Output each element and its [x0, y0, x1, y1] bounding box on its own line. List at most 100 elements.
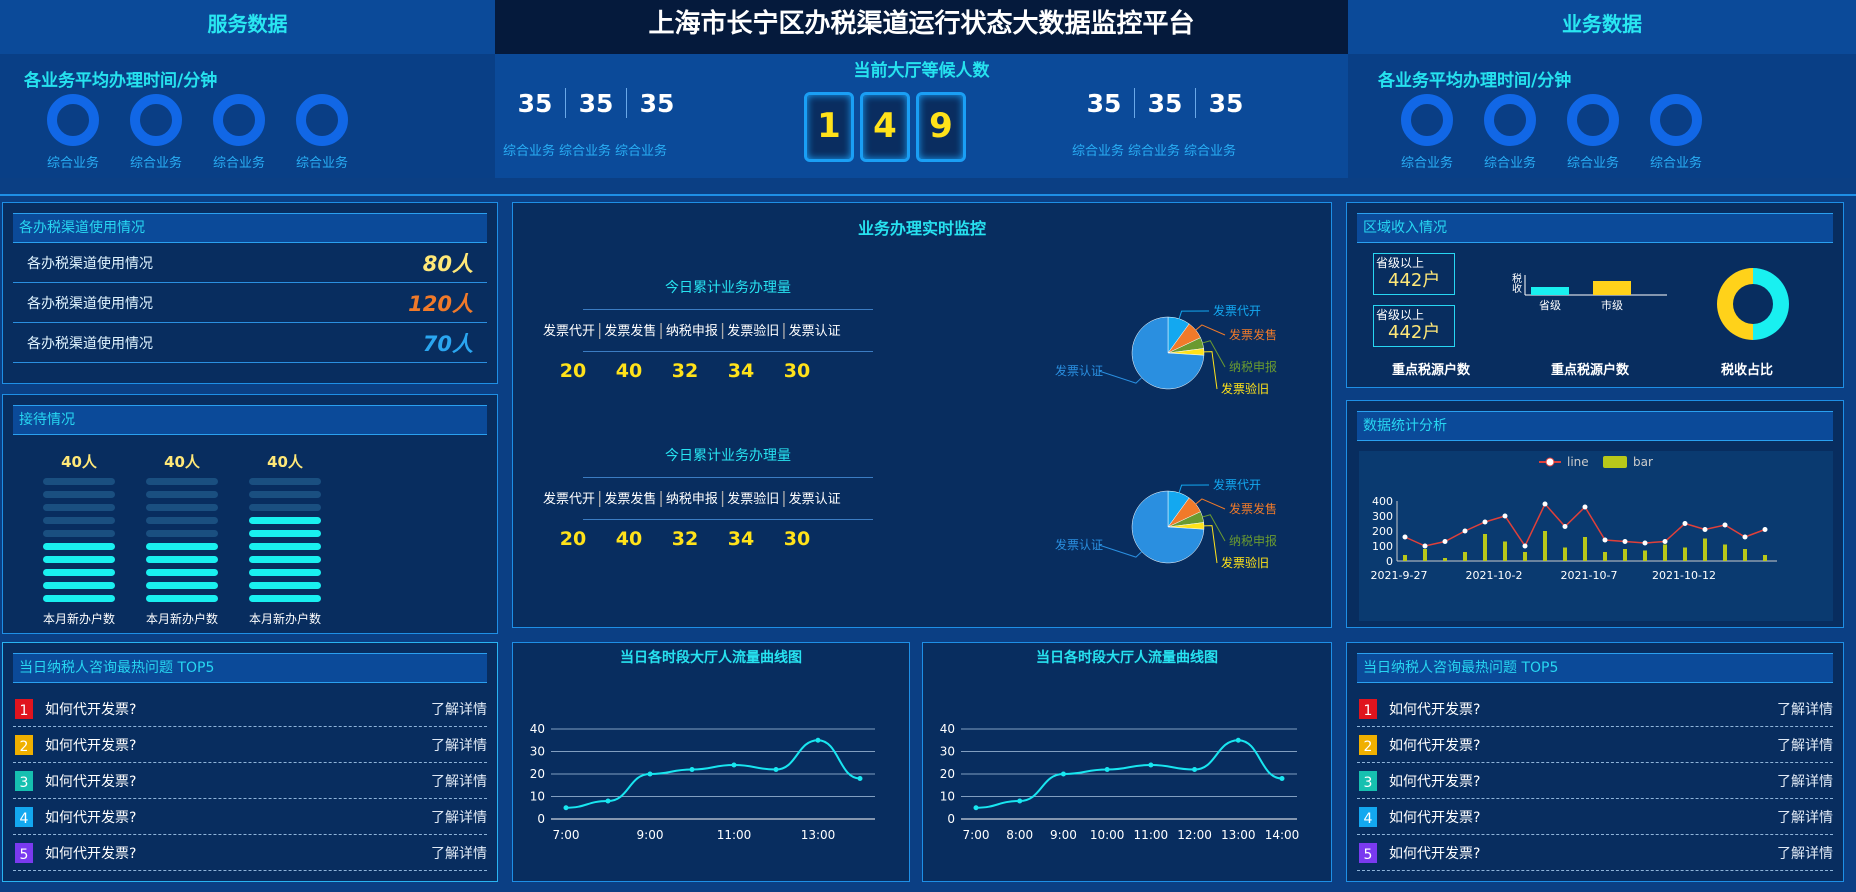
faq-item[interactable]: 1 如何代开发票? 了解详情: [1357, 691, 1833, 727]
legend-marker: [1545, 457, 1555, 467]
stat-bar: [1523, 552, 1527, 561]
right-header-title: 业务数据: [1348, 0, 1856, 54]
donut-slice: [1717, 268, 1753, 340]
stat-label: 综合业务: [559, 144, 612, 159]
stat-bar: [1583, 537, 1587, 561]
bar-segment: [146, 530, 218, 537]
stat-point: [1442, 539, 1448, 544]
ring-icon: [47, 94, 99, 146]
faq-question: 如何代开发票?: [1389, 845, 1481, 862]
stat-bar: [1763, 555, 1767, 561]
faq-more-link[interactable]: 了解详情: [431, 807, 487, 827]
flow-point: [1148, 762, 1154, 768]
rank-badge: 3: [15, 770, 33, 791]
stats-left-labels: 综合业务 综合业务 综合业务: [503, 140, 703, 159]
faq-item[interactable]: 4 如何代开发票? 了解详情: [13, 799, 487, 835]
faq-item[interactable]: 2 如何代开发票? 了解详情: [13, 727, 487, 763]
stat-bar: [1483, 534, 1487, 561]
x-tick: 8:00: [1006, 828, 1033, 842]
bar-segment: [146, 595, 218, 602]
faq-more-link[interactable]: 了解详情: [1777, 843, 1833, 863]
bar-segment: [249, 582, 321, 589]
rank-badge: 5: [15, 842, 33, 863]
faq-question: 如何代开发票?: [45, 737, 137, 754]
x-tick: 12:00: [1177, 828, 1212, 842]
region-bar-label: 市级: [1601, 298, 1623, 312]
bar-segment: [43, 543, 115, 550]
stat-value: 35: [1086, 88, 1122, 118]
faq-item[interactable]: 3 如何代开发票? 了解详情: [13, 763, 487, 799]
stat-bar: [1503, 541, 1507, 561]
x-tick: 13:00: [1221, 828, 1256, 842]
bar-segment: [43, 530, 115, 537]
bar-segment: [249, 491, 321, 498]
faq-item[interactable]: 1 如何代开发票? 了解详情: [13, 691, 487, 727]
waiting-digit: 1: [804, 92, 854, 162]
reception-label: 本月新办户数: [42, 612, 115, 626]
pie-label: 发票验旧: [1221, 381, 1269, 396]
panel-title: 各办税渠道使用情况: [13, 213, 487, 243]
faq-more-link[interactable]: 了解详情: [431, 699, 487, 719]
faq-more-link[interactable]: 了解详情: [1777, 807, 1833, 827]
flow-point: [731, 762, 737, 768]
stat-label: 综合业务: [1184, 144, 1237, 159]
faq-more-link[interactable]: 了解详情: [1777, 735, 1833, 755]
faq-more-link[interactable]: 了解详情: [1777, 771, 1833, 791]
ring-icon: [296, 94, 348, 146]
pie-label: 纳税申报: [1229, 533, 1277, 548]
flow-chart-left: 0 10 20 30 40 7:00 9:00 11:00 13:00: [530, 722, 875, 842]
ring-item: 综合业务: [1382, 94, 1472, 171]
stat-bar: [1463, 552, 1467, 561]
stat-point: [1542, 501, 1548, 507]
bar-segment: [249, 556, 321, 563]
ring-item: 综合业务: [194, 94, 284, 171]
x-tick: 11:00: [717, 828, 752, 842]
stat-bar: [1623, 549, 1627, 561]
channel-row: 各办税渠道使用情况 80人: [13, 243, 487, 283]
channel-value: 70人: [422, 331, 473, 356]
faq-item[interactable]: 3 如何代开发票? 了解详情: [1357, 763, 1833, 799]
y-tick: 20: [530, 767, 545, 781]
faq-item[interactable]: 5 如何代开发票? 了解详情: [13, 835, 487, 871]
stats-chart: 0 100 200 300 400 2021-9-27 2021-10-2 2021-10-7…: [1371, 455, 1777, 582]
faq-more-link[interactable]: 了解详情: [431, 771, 487, 791]
y-tick: 10: [940, 790, 955, 804]
rank-badge: 5: [1359, 842, 1377, 863]
rank-badge: 1: [15, 698, 33, 719]
reception-groups: 40人 本月新办户数 40人 本月新办户数 40人 本月新办户数: [39, 451, 339, 631]
faq-more-link[interactable]: 了解详情: [431, 843, 487, 863]
faq-item[interactable]: 4 如何代开发票? 了解详情: [1357, 799, 1833, 835]
bar-segment: [249, 517, 321, 524]
stat-point: [1562, 524, 1568, 529]
channels-panel: 各办税渠道使用情况 各办税渠道使用情况 80人 各办税渠道使用情况 120人 各…: [2, 202, 498, 384]
rank-badge: 3: [1359, 770, 1377, 791]
faq-list: 1 如何代开发票? 了解详情 2 如何代开发票? 了解详情 3 如何代开发票? …: [13, 691, 487, 871]
faq-question: 如何代开发票?: [45, 701, 137, 718]
region-bar: [1531, 287, 1569, 295]
reception-panel: 接待情况 40人 本月新办户数 40人 本月新办户数 40人 本月新办户数: [2, 394, 498, 634]
faq-more-link[interactable]: 了解详情: [431, 735, 487, 755]
rank-badge: 2: [1359, 734, 1377, 755]
stat-bar: [1403, 555, 1407, 561]
monitor-panel: 业务办理实时监控 今日累计业务办理量 发票代开 | 发票发售 | 纳税申报 | 发票验旧 | 发…: [512, 202, 1332, 628]
divider: [0, 194, 1856, 196]
reception-bar: [146, 478, 222, 602]
faq-more-link[interactable]: 了解详情: [1777, 699, 1833, 719]
y-tick: 40: [940, 722, 955, 736]
faq-question: 如何代开发票?: [45, 773, 137, 790]
faq-item[interactable]: 2 如何代开发票? 了解详情: [1357, 727, 1833, 763]
bar-segment: [249, 569, 321, 576]
faq-item[interactable]: 5 如何代开发票? 了解详情: [1357, 835, 1833, 871]
legend-label: line: [1567, 455, 1589, 469]
bar-segment: [146, 504, 218, 511]
bar-segment: [43, 504, 115, 511]
region-panel: 区域收入情况 省级以上 442户 省级以上 442户 重点税源户数 重点税源户数…: [1346, 202, 1844, 388]
x-tick: 13:00: [801, 828, 836, 842]
stat-point: [1622, 539, 1628, 544]
reception-label: 本月新办户数: [145, 612, 218, 626]
faq-question: 如何代开发票?: [1389, 773, 1481, 790]
rank-badge: 4: [1359, 806, 1377, 827]
rank-badge: 2: [15, 734, 33, 755]
stat-value: 35: [517, 88, 553, 118]
stat-point: [1722, 522, 1728, 528]
